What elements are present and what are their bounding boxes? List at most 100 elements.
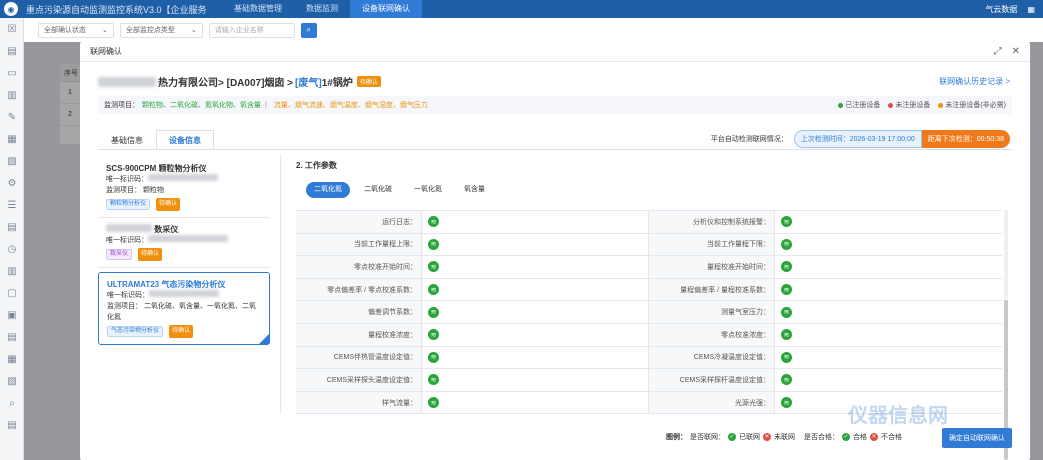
device-legend: 已注册设备 未注册设备 未注册设备(非必需) [838,100,1012,110]
sidebar-table-icon[interactable]: ▤ [0,216,24,238]
device-card-selected[interactable]: ULTRAMAT23 气态污染物分析仪 唯一标识码： 监测项目： 二氧化硫、氧含… [98,272,270,345]
param-label: 量程校准浓度： [296,323,422,346]
param-tab-no2[interactable]: 二氧化氮 [306,182,350,198]
auto-check-label: 平台自动检测联网情况： [710,136,788,143]
legend-optional: 未注册设备(非必需) [938,100,1006,110]
param-row: 零点校准开始时间： ≋ 量程校准开始时间： ≋ [296,256,1002,279]
search-button[interactable]: ⌕ [300,22,317,38]
sidebar-log-icon[interactable]: ▤ [0,414,24,436]
tab-device-info[interactable]: 设备信息 [156,130,214,150]
param-label: CEMS冷凝温度设定值： [649,346,775,369]
param-label: 量程校准开始时间： [649,256,775,278]
param-table: 运行日志： ≋ 分析仪和控制系统报警： ≋ 当前工作量程上限： ≋ 当前工作量程下限： ≋ 零点… [296,210,1002,415]
param-row: 运行日志： ≋ 分析仪和控制系统报警： ≋ [296,211,1002,234]
filter-bar: 全部确认状态 ⌄ 全部监控点类型 ⌄ 请输入企业名称 ⌕ [24,18,1043,42]
close-icon[interactable]: ✕ [1012,46,1020,57]
auto-check-status: 平台自动检测联网情况： 上次检测时间：2026-03-19 17:00:00 距… [711,130,1010,148]
wifi-online-icon: ≋ [781,216,792,228]
top-bar: ◉ 重点污染源自动监测监控系统V3.0【企业服务端】 基础数据管理 数据监测 设… [0,0,1043,18]
maximize-icon[interactable]: ⤢ [994,46,1002,57]
pending-badge: 待确认 [356,76,381,87]
sidebar-search-icon[interactable]: ⌕ [0,392,24,414]
pending-badge: 待确认 [155,198,180,211]
param-label: 零点校准开始时间： [296,256,422,278]
param-tab-so2[interactable]: 二氧化硫 [356,182,400,198]
sidebar-grid-icon[interactable]: ▦ [0,128,24,150]
param-value: ≋ [775,347,1002,369]
sidebar-settings-icon[interactable]: ⚙ [0,172,24,194]
qualified-text: 合格 [853,434,867,441]
wifi-online-icon: ≋ [428,351,439,363]
wifi-online-icon: ≋ [781,238,792,250]
wifi-online-icon: ≋ [428,374,439,386]
confirm-button[interactable]: 确定自动联网确认 [942,428,1012,448]
sidebar-bar-icon[interactable]: ▥ [0,260,24,282]
vertical-divider [280,154,281,414]
device-type-tag: 气态污染物分析仪 [107,326,164,337]
sidebar-chart-icon[interactable]: ▥ [0,84,24,106]
sidebar-monitor-icon[interactable]: ▭ [0,62,24,84]
device-card[interactable]: 数采仪 唯一标识码： 数采仪 待确认 [98,218,270,268]
sidebar-clock-icon[interactable]: ◷ [0,238,24,260]
param-value: ≋ [422,233,649,256]
param-row: CEMS采样探头温度设定值： ≋ CEMS采样探杆温度设定值： ≋ [296,369,1002,392]
sidebar-list-icon[interactable]: ☰ [0,194,24,216]
nav-device-confirm[interactable]: 设备联网确认 [350,0,422,18]
sidebar-close-icon[interactable]: ☒ [0,18,24,40]
device-name: 数采仪 [154,225,179,234]
param-label: 运行日志： [296,211,422,233]
sidebar-book-icon[interactable]: ▤ [0,326,24,348]
top-nav: 基础数据管理 数据监测 设备联网确认 [222,0,422,18]
param-value: ≋ [775,234,1002,256]
device-id-row: 唯一标识码： [107,290,261,301]
sidebar-edit-icon[interactable]: ✎ [0,106,24,128]
top-right: 气云数据 ▦ [985,4,1043,15]
param-value: ≋ [775,279,1002,301]
sidebar-doc-icon[interactable]: ▤ [0,40,24,62]
param-row: CEMS伴热管温度设定值： ≋ CEMS冷凝温度设定值： ≋ [296,346,1002,370]
device-id-row: 唯一标识码： [106,174,262,185]
app-title: 重点污染源自动监测监控系统V3.0【企业服务端】 [26,4,206,15]
param-value: ≋ [422,278,649,301]
device-card[interactable]: SCS-900CPM 颗粒物分析仪 唯一标识码： 监测项目： 颗粒物 颗粒物分析… [98,157,270,218]
param-value: ≋ [422,323,649,346]
sidebar-file-icon[interactable]: ▢ [0,282,24,304]
nav-basic-data[interactable]: 基础数据管理 [222,0,294,18]
param-value: ≋ [422,346,649,369]
param-value: ≋ [775,324,1002,346]
param-value: ≋ [422,211,649,233]
point-type-select[interactable]: 全部监控点类型 ⌄ [119,22,203,38]
online-label: 是否联网： [690,434,725,441]
param-label: CEMS采样探杆温度设定值： [649,369,775,391]
param-value: ≋ [775,211,1002,233]
param-tab-o2[interactable]: 氧含量 [456,182,493,198]
tab-basic-info[interactable]: 基础信息 [98,130,156,150]
wifi-online-icon: ≋ [781,261,792,273]
online-icon: ✓ [728,433,736,441]
sidebar-doc2-icon[interactable]: ▦ [0,348,24,370]
status-select[interactable]: 全部确认状态 ⌄ [38,22,114,38]
nav-data-monitor[interactable]: 数据监测 [294,0,350,18]
breadcrumb-point: > [DA007]烟囱 > [218,78,294,89]
app-logo-icon: ◉ [4,2,18,16]
wifi-online-icon: ≋ [781,397,792,409]
monitor-items-bar: 监测项目： 颗粒物、二氧化硫、氮氧化物、氧含量 | 流量、烟气流速、烟气温度、烟… [98,96,1012,114]
company-search-input[interactable]: 请输入企业名称 [208,22,295,38]
sidebar-report-icon[interactable]: ▧ [0,150,24,172]
param-tab-no[interactable]: 一氧化氮 [406,182,450,198]
sidebar-data-icon[interactable]: ▧ [0,370,24,392]
cloud-data-link[interactable]: 气云数据 [985,4,1017,15]
sidebar-screen-icon[interactable]: ▣ [0,304,24,326]
wifi-online-icon: ≋ [428,329,439,341]
modal-header: 联网确认 ⤢ ✕ [80,42,1030,62]
param-value: ≋ [775,256,1002,278]
legend-label: 图例： [666,434,687,441]
online-text: 已联网 [739,434,760,441]
param-label: 量程偏差率 / 量程校准系数： [649,278,775,301]
breadcrumb-name: 1#锅炉 [321,78,353,89]
point-type-select-value: 全部监控点类型 [125,27,175,34]
history-link[interactable]: 联网确认历史记录 > [939,76,1010,87]
company-name-redacted [98,76,156,87]
modal-title: 联网确认 [90,47,122,56]
grid-icon[interactable]: ▦ [1027,5,1035,14]
